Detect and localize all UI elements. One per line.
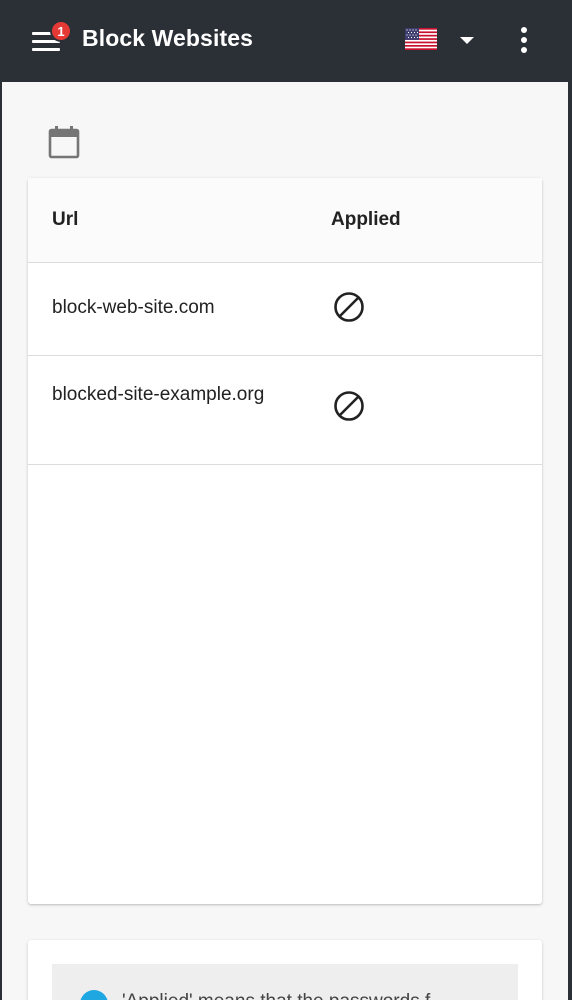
notification-badge[interactable]: 1 [50,20,72,42]
table-header: Url Applied [28,178,542,263]
table-row[interactable]: block-web-site.com [28,263,542,356]
app-title: Block Websites [82,25,253,51]
us-flag-icon[interactable] [405,28,437,50]
url-cell: block-web-site.com [52,297,215,318]
more-options-button[interactable] [514,26,534,54]
block-icon [334,292,364,322]
calendar-icon[interactable] [48,125,80,159]
column-header-url[interactable]: Url [52,209,78,231]
url-cell: blocked-site-example.org [52,384,265,405]
block-icon [334,391,364,421]
column-header-applied[interactable]: Applied [331,209,401,231]
caret-down-icon[interactable] [460,37,474,44]
app-frame: 1 Block Websites Url Applied block-web-s… [2,0,568,1000]
info-icon [80,990,108,1000]
info-note-text: 'Applied' means that the passwords f [122,991,430,1000]
app-bar: 1 Block Websites [2,0,568,82]
info-note: 'Applied' means that the passwords f [52,964,518,1000]
blocked-sites-table: Url Applied block-web-site.com blocked-s… [28,178,542,904]
table-row[interactable]: blocked-site-example.org [28,356,542,465]
info-card: 'Applied' means that the passwords f [28,940,542,1000]
